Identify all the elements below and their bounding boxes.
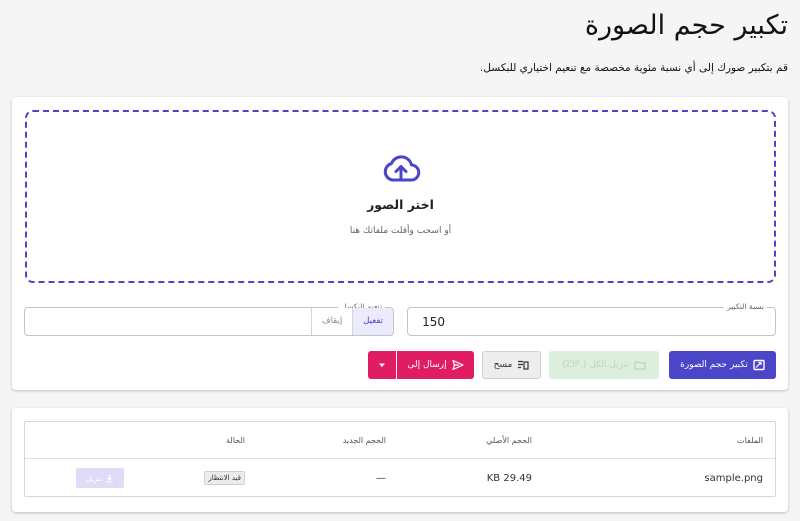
resize-button-label: تكبير حجم الصورة (680, 359, 748, 370)
download-file-label: تنزيل (85, 473, 103, 483)
send-icon (452, 359, 464, 371)
smoothing-toggle-group: تفعيل إيقاف (310, 308, 393, 335)
new-size: — (376, 472, 386, 484)
download-file-button[interactable]: تنزيل (76, 468, 124, 488)
original-size: 29.49 KB (486, 472, 532, 484)
scale-percentage-field[interactable]: نسبة التكبير 150 (407, 301, 776, 337)
files-table: الملفات الحجم الأصلي الحجم الجديد الحالة… (24, 421, 776, 497)
download-zip-button[interactable]: تنزيل الكل (.ZIP) (549, 351, 659, 379)
scale-percentage-input[interactable]: 150 (422, 308, 445, 337)
status-cell: قيد الانتظار (204, 459, 245, 497)
files-panel: الملفات الحجم الأصلي الحجم الجديد الحالة… (12, 408, 788, 512)
header-new-size: الحجم الجديد (342, 435, 386, 445)
page-title: تكبير حجم الصورة (584, 10, 788, 41)
caret-down-icon (379, 363, 385, 367)
resize-panel: اختر الصور أو اسحب وأفلت ملفاتك هنا نسبة… (12, 97, 788, 390)
dropzone-title: اختر الصور (367, 197, 434, 212)
folder-icon (634, 361, 646, 370)
clear-button[interactable]: مسح (482, 351, 541, 379)
dropzone-hint: أو اسحب وأفلت ملفاتك هنا (349, 226, 452, 236)
header-original-size: الحجم الأصلي (486, 435, 532, 445)
page-subtitle: قم بتكبير صورك إلى أي نسبة مئوية مخصصة م… (480, 62, 788, 74)
smoothing-on-toggle[interactable]: تفعيل (352, 308, 393, 335)
send-to-label: إرسال إلى (407, 359, 447, 370)
send-to-button[interactable]: إرسال إلى (397, 351, 474, 379)
clear-button-label: مسح (493, 359, 513, 370)
header-files: الملفات (737, 435, 763, 445)
table-row: sample.png 29.49 KB — قيد الانتظار تنزيل (25, 459, 775, 497)
clear-list-icon (518, 360, 529, 370)
photo-resize-icon (753, 359, 765, 371)
files-table-header: الملفات الحجم الأصلي الحجم الجديد الحالة (25, 422, 775, 459)
image-dropzone[interactable]: اختر الصور أو اسحب وأفلت ملفاتك هنا (25, 110, 776, 283)
action-cell: تنزيل (76, 459, 124, 497)
scale-percentage-label: نسبة التكبير (724, 301, 767, 313)
file-name: sample.png (704, 472, 763, 484)
status-badge: قيد الانتظار (204, 471, 245, 485)
header-status: الحالة (226, 435, 245, 445)
resize-button[interactable]: تكبير حجم الصورة (669, 351, 776, 379)
download-icon (106, 474, 114, 482)
smoothing-off-toggle[interactable]: إيقاف (310, 308, 353, 335)
download-zip-label: تنزيل الكل (.ZIP) (562, 359, 629, 370)
send-to-dropdown-button[interactable] (368, 351, 396, 379)
cloud-upload-icon (383, 155, 420, 182)
pixel-smoothing-field: تنعيم البكسل تفعيل إيقاف (24, 301, 394, 336)
